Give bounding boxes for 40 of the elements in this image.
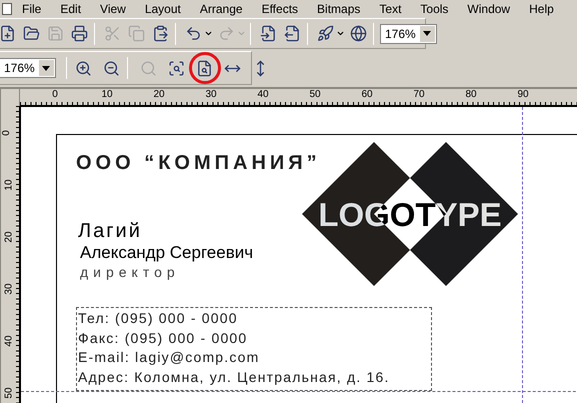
app-icon[interactable] — [2, 3, 12, 15]
ruler-label: 40 — [256, 89, 270, 102]
full-name: Александр Сергеевич — [80, 242, 254, 263]
zoom-level-dropdown[interactable]: 176% — [380, 24, 437, 44]
dropdown-caret-icon[interactable] — [204, 29, 213, 38]
menu-item[interactable]: Effects — [262, 0, 298, 18]
surname: Лагий — [78, 220, 143, 242]
ruler-label: 90 — [516, 89, 530, 102]
company-name: ООО “КОМПАНИЯ” — [76, 151, 321, 175]
menu-item[interactable]: Text — [379, 0, 402, 18]
job-title: директор — [80, 263, 181, 282]
menu-item[interactable]: Arrange — [200, 0, 243, 18]
menu-item[interactable]: File — [22, 0, 42, 18]
ruler-label: 40 — [4, 335, 15, 347]
ruler-label: 20 — [4, 231, 15, 243]
menu-item[interactable]: Edit — [60, 0, 82, 18]
menu-item[interactable]: Layout — [144, 0, 181, 18]
contact-line: Адрес: Коломна, ул. Центральная, д. 16. — [78, 368, 391, 387]
contact-line: E-mail: lagiy@comp.com — [78, 348, 260, 367]
menu-item[interactable]: Window — [467, 0, 510, 18]
contact-line: Факс: (095) 000 - 0000 — [78, 328, 248, 348]
ruler-label: 70 — [412, 89, 426, 102]
ruler-label: 20 — [152, 89, 166, 102]
ruler-label: 10 — [100, 89, 114, 102]
menu-item[interactable]: Bitmaps — [317, 0, 360, 18]
ruler-label: 60 — [360, 89, 374, 102]
ruler-label: 30 — [4, 283, 15, 295]
ruler-label: 0 — [51, 89, 59, 102]
ruler-label: 0 — [2, 130, 12, 136]
menu-item[interactable]: View — [100, 0, 126, 18]
ruler-label: 10 — [4, 179, 15, 191]
zoom-level-dropdown[interactable]: 176% — [0, 58, 56, 78]
ruler-label: 80 — [464, 89, 478, 102]
ruler-label: 30 — [204, 89, 218, 102]
contact-line: Тел: (095) 000 - 0000 — [78, 309, 239, 328]
dropdown-caret-icon[interactable] — [336, 29, 345, 38]
menu-item[interactable]: Tools — [420, 0, 448, 18]
ruler-label: 50 — [4, 387, 15, 399]
ruler-label: 50 — [308, 89, 322, 102]
menu-item[interactable]: Help — [529, 0, 554, 18]
